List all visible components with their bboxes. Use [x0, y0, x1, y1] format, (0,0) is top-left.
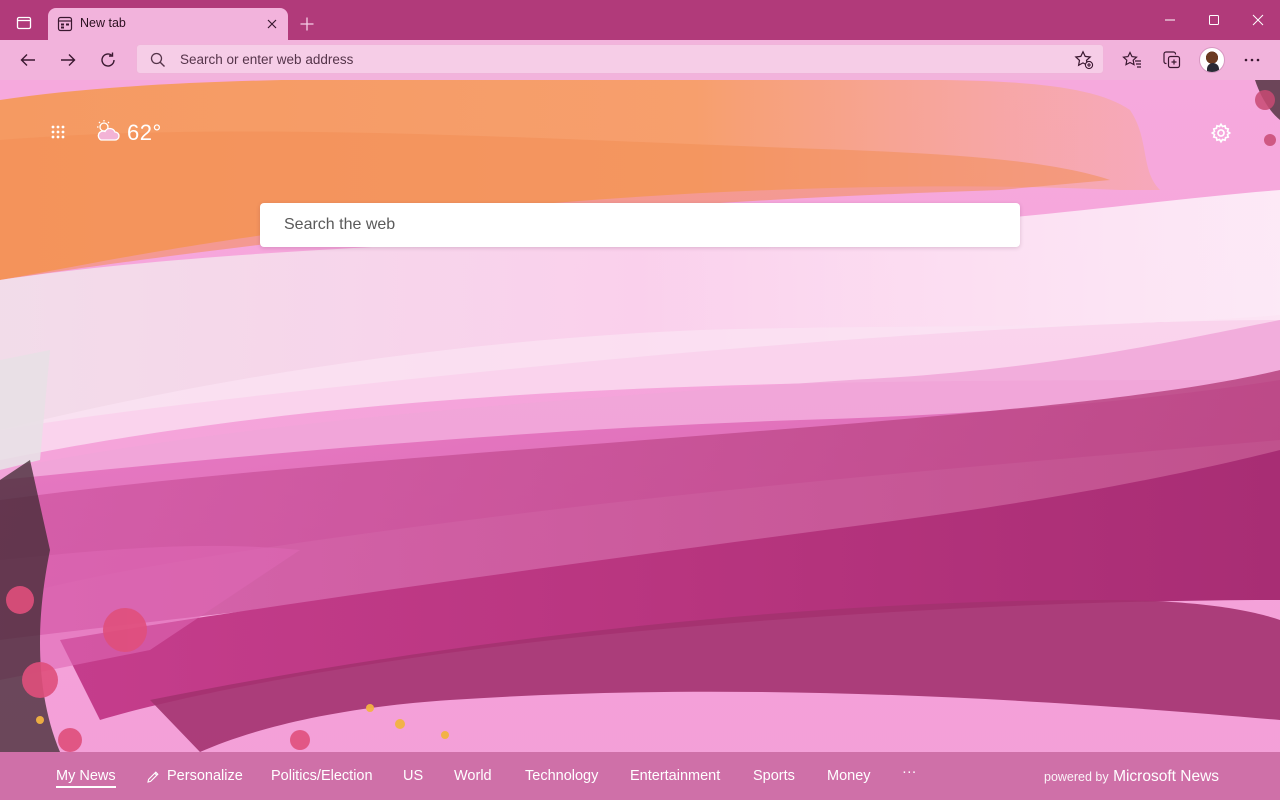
web-search-box[interactable]: Search the web [260, 203, 1020, 247]
news-tab-us[interactable]: US [403, 768, 423, 784]
page-settings-gear-icon[interactable] [1206, 118, 1236, 148]
new-tab-page-icon [57, 16, 73, 32]
partly-cloudy-icon [93, 119, 121, 148]
back-button[interactable] [12, 44, 44, 76]
news-tab-sports[interactable]: Sports [753, 768, 795, 784]
settings-more-button[interactable] [1236, 44, 1268, 76]
web-search-placeholder: Search the web [284, 216, 396, 233]
background-image [0, 80, 1280, 752]
news-more-button[interactable]: ··· [902, 764, 917, 780]
news-personalize-button[interactable]: Personalize [167, 768, 243, 784]
powered-by-microsoft-news[interactable]: powered by Microsoft News [1044, 768, 1219, 786]
address-bar[interactable]: Search or enter web address [136, 44, 1104, 74]
tab-actions-icon[interactable] [10, 9, 38, 37]
news-tab-politics-election[interactable]: Politics/Election [271, 768, 373, 784]
favorites-button[interactable] [1116, 44, 1148, 76]
weather-temperature: 62° [127, 120, 162, 145]
browser-toolbar: Search or enter web address [0, 40, 1280, 80]
close-tab-icon[interactable] [262, 14, 282, 34]
pencil-icon [146, 770, 160, 784]
profile-avatar[interactable] [1199, 47, 1225, 73]
collections-button[interactable] [1156, 44, 1188, 76]
maximize-button[interactable] [1192, 0, 1236, 40]
close-window-button[interactable] [1236, 0, 1280, 40]
news-tab-money[interactable]: Money [827, 768, 871, 784]
title-bar: New tab [0, 0, 1280, 40]
news-tab-entertainment[interactable]: Entertainment [630, 768, 720, 784]
apps-launcher-icon[interactable] [46, 120, 74, 148]
microsoft-news-brand: Microsoft News [1113, 768, 1220, 785]
refresh-button[interactable] [92, 44, 124, 76]
news-nav-bar: My News Personalize Politics/Election US… [0, 752, 1280, 800]
weather-widget[interactable]: 62° [93, 118, 162, 148]
news-tab-technology[interactable]: Technology [525, 768, 598, 784]
powered-by-label: powered by [1044, 770, 1109, 784]
minimize-button[interactable] [1148, 0, 1192, 40]
new-tab-button[interactable] [294, 11, 320, 37]
add-favorite-icon[interactable] [1073, 49, 1095, 71]
news-tab-my-news[interactable]: My News [56, 768, 116, 788]
search-icon [149, 51, 167, 69]
news-tab-world[interactable]: World [454, 768, 492, 784]
forward-button[interactable] [52, 44, 84, 76]
tab-title: New tab [80, 16, 126, 30]
address-bar-placeholder: Search or enter web address [180, 52, 354, 67]
new-tab-page: 62° Search the web My News Personalize P… [0, 80, 1280, 800]
tab-new-tab[interactable]: New tab [48, 8, 288, 40]
